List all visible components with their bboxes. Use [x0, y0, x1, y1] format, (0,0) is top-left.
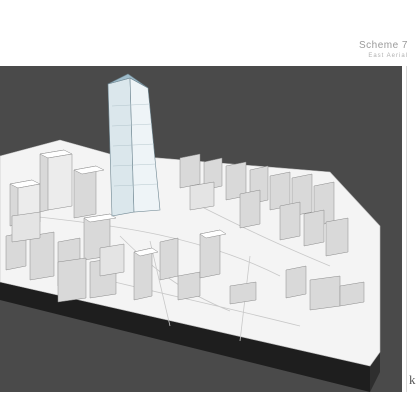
view-subtitle: East Aerial [368, 53, 408, 59]
presentation-sheet: Scheme 7 East Aerial k [0, 0, 420, 420]
aerial-city-model [0, 66, 402, 392]
firm-logo: k [409, 372, 416, 387]
scheme-title: Scheme 7 [358, 40, 408, 51]
aerial-render-viewport [0, 66, 402, 392]
margin-rule [406, 66, 407, 392]
